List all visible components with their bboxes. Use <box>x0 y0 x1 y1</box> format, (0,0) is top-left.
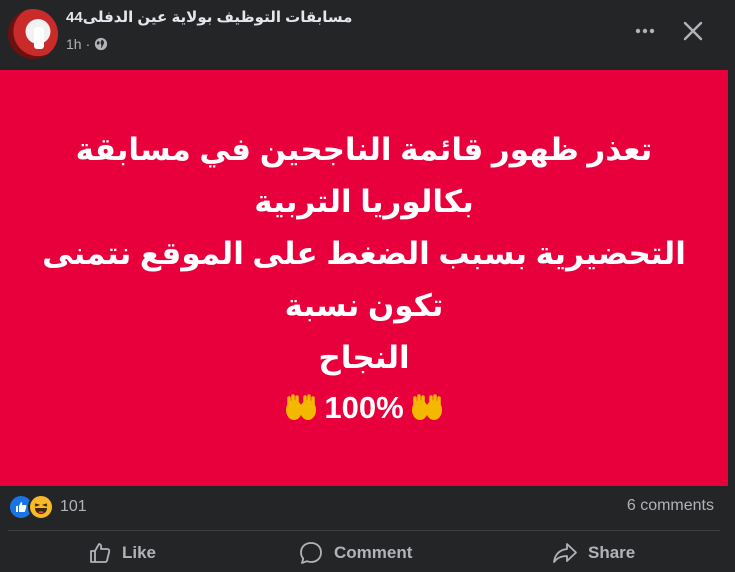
post-image[interactable]: تعذر ظهور قائمة الناجحين في مسابقة بكالو… <box>0 70 728 486</box>
share-icon <box>553 543 577 563</box>
like-button[interactable]: Like <box>88 534 156 572</box>
share-label: Share <box>588 543 636 562</box>
comment-icon <box>300 542 322 564</box>
page-title[interactable]: مسابقات التوظيف بولاية عين الدفلى44 <box>66 8 352 26</box>
haha-reaction-icon <box>28 494 54 520</box>
comments-count[interactable]: 6 comments <box>627 497 714 515</box>
share-button[interactable]: Share <box>552 534 635 572</box>
post-header: مسابقات التوظيف بولاية عين الدفلى44 1h · <box>0 0 735 70</box>
close-button[interactable] <box>676 14 710 48</box>
more-options-button[interactable] <box>630 16 660 46</box>
post-meta: 1h · <box>66 36 108 52</box>
like-label: Like <box>122 543 157 562</box>
page-avatar[interactable] <box>8 9 58 59</box>
post-time[interactable]: 1h <box>66 36 82 52</box>
close-icon <box>683 21 703 41</box>
like-icon <box>90 543 111 563</box>
percent-text: 100% <box>324 390 404 425</box>
open-hands-icon <box>411 394 442 420</box>
post-line: التحضيرية بسبب الضغط على الموقع نتمنى تك… <box>42 236 686 323</box>
action-bar: Like Comment Share <box>0 534 735 572</box>
percent-line: 100% <box>284 384 443 432</box>
post-text: تعذر ظهور قائمة الناجحين في مسابقة بكالو… <box>19 124 709 384</box>
comment-button[interactable]: Comment <box>298 534 412 572</box>
reaction-count: 101 <box>60 498 87 515</box>
divider <box>8 530 720 531</box>
open-hands-icon <box>286 394 317 420</box>
reaction-summary[interactable]: 101 <box>8 494 87 520</box>
more-horizontal-icon <box>635 28 655 34</box>
comment-label: Comment <box>334 543 413 562</box>
post-line: النجاح <box>318 340 410 375</box>
post-line: تعذر ظهور قائمة الناجحين في مسابقة بكالو… <box>75 132 653 219</box>
globe-icon <box>95 37 108 51</box>
